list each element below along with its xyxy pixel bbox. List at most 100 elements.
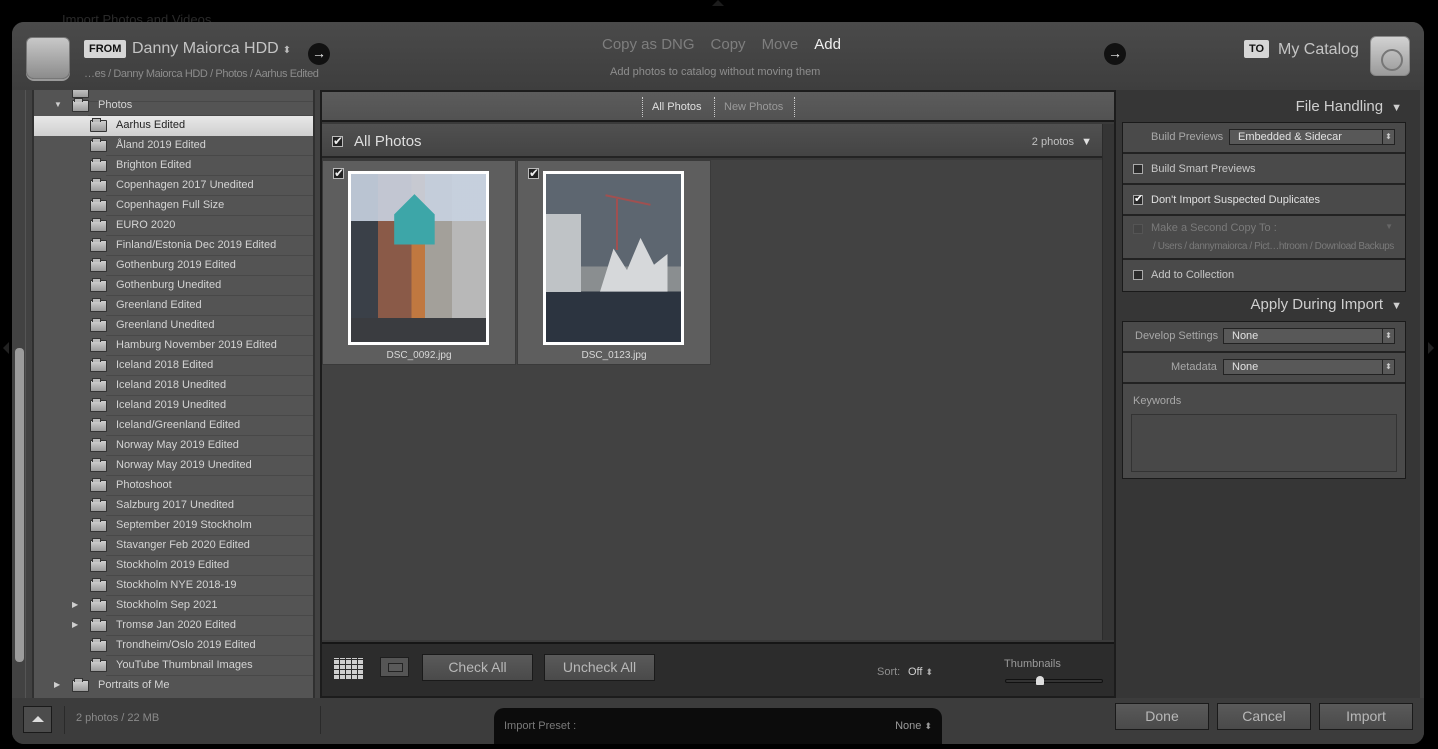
- section-title: Apply During Import: [1250, 296, 1384, 313]
- disclosure-collapsed-icon[interactable]: ▶: [72, 620, 78, 629]
- photo-thumbnail[interactable]: [543, 171, 684, 345]
- folder-label: Photos: [98, 99, 133, 111]
- folder-tree-item[interactable]: Hamburg November 2019 Edited: [34, 336, 313, 356]
- right-panel-toggle-icon[interactable]: [1428, 342, 1434, 354]
- folder-tree-item[interactable]: Norway May 2019 Unedited: [34, 456, 313, 476]
- file-handling-header[interactable]: File Handling ▼: [1296, 98, 1402, 115]
- updown-arrows-icon: ⬍: [1382, 130, 1394, 144]
- grid-view-icon[interactable]: [334, 658, 363, 679]
- folder-tree-item[interactable]: Finland/Estonia Dec 2019 Edited: [34, 236, 313, 256]
- folder-tree-item[interactable]: EURO 2020: [34, 216, 313, 236]
- folder-tree-item[interactable]: Iceland/Greenland Edited: [34, 416, 313, 436]
- photo-checkbox[interactable]: ✔: [333, 167, 344, 179]
- folder-tree-item[interactable]: Copenhagen Full Size: [34, 196, 313, 216]
- tab-new-photos[interactable]: New Photos: [724, 101, 783, 113]
- folder-icon: [90, 638, 107, 652]
- mode-copy[interactable]: Copy: [711, 36, 746, 53]
- folder-tree-item[interactable]: Stavanger Feb 2020 Edited: [34, 536, 313, 556]
- folder-tree-item[interactable]: Iceland 2018 Edited: [34, 356, 313, 376]
- folder-icon: [90, 458, 107, 472]
- grid-options-triangle-icon[interactable]: ▼: [1081, 136, 1092, 148]
- thumbnail-size-slider[interactable]: [1005, 676, 1103, 685]
- second-copy-dropdown-triangle-icon[interactable]: ▼: [1385, 222, 1393, 231]
- folder-tree-item[interactable]: Iceland 2018 Unedited: [34, 376, 313, 396]
- dont-import-duplicates-checkbox[interactable]: [1133, 192, 1143, 205]
- left-panel-scrollbar[interactable]: [15, 348, 24, 662]
- folder-tree-item[interactable]: September 2019 Stockholm: [34, 516, 313, 536]
- folder-icon: [90, 198, 107, 212]
- second-copy-label: Make a Second Copy To :: [1151, 222, 1277, 234]
- select-all-checkbox[interactable]: ✔: [332, 135, 343, 147]
- mode-move[interactable]: Move: [762, 36, 799, 53]
- folder-tree-item[interactable]: Salzburg 2017 Unedited: [34, 496, 313, 516]
- source-selector[interactable]: Danny Maiorca HDD ⬍: [132, 40, 291, 58]
- destination-name[interactable]: My Catalog: [1278, 41, 1359, 59]
- metadata-dropdown[interactable]: None ⬍: [1223, 359, 1395, 375]
- folder-tree-item[interactable]: Stockholm 2019 Edited: [34, 556, 313, 576]
- folder-tree-item[interactable]: Norway May 2019 Edited: [34, 436, 313, 456]
- arrow-right-icon: →: [1104, 43, 1126, 65]
- tab-all-photos[interactable]: All Photos: [652, 101, 702, 113]
- keywords-input[interactable]: [1131, 414, 1397, 472]
- folder-label: EURO 2020: [116, 219, 176, 231]
- import-preset-selector[interactable]: Import Preset : None ⬍: [494, 708, 942, 744]
- apply-during-import-header[interactable]: Apply During Import ▼: [1251, 296, 1402, 313]
- folder-tree-item[interactable]: ▶ Tromsø Jan 2020 Edited: [34, 616, 313, 636]
- folder-tree-item[interactable]: YouTube Thumbnail Images: [34, 656, 313, 676]
- folder-tree-item[interactable]: Iceland 2019 Unedited: [34, 396, 313, 416]
- add-to-collection-checkbox[interactable]: [1133, 270, 1143, 280]
- photo-checkbox[interactable]: ✔: [528, 167, 539, 179]
- folder-icon: [90, 618, 107, 632]
- top-collapse-arrow-icon[interactable]: [712, 0, 724, 6]
- grid-scrollbar[interactable]: [1102, 124, 1114, 640]
- disclosure-collapsed-icon[interactable]: ▶: [54, 680, 60, 689]
- disclosure-collapsed-icon[interactable]: ▶: [72, 600, 78, 609]
- folder-tree-item[interactable]: Gothenburg Unedited: [34, 276, 313, 296]
- folder-tree-item[interactable]: Aarhus Edited: [34, 116, 313, 136]
- develop-settings-dropdown[interactable]: None ⬍: [1223, 328, 1395, 344]
- folder-tree-item[interactable]: Brighton Edited: [34, 156, 313, 176]
- sort-dropdown[interactable]: Off ⬍: [908, 666, 933, 678]
- done-button[interactable]: Done: [1115, 703, 1209, 730]
- build-smart-previews-checkbox[interactable]: [1133, 164, 1143, 174]
- folder-tree-item[interactable]: Åland 2019 Edited: [34, 136, 313, 156]
- build-previews-dropdown[interactable]: Embedded & Sidecar ⬍: [1229, 129, 1395, 145]
- folder-icon: [90, 138, 107, 152]
- tree-row-portraits-of-me[interactable]: ▶ Portraits of Me: [34, 676, 313, 696]
- left-panel-toggle-icon[interactable]: [3, 342, 9, 354]
- folder-tree-item[interactable]: Greenland Edited: [34, 296, 313, 316]
- folder-icon: [90, 438, 107, 452]
- loupe-view-button[interactable]: [380, 657, 409, 677]
- folder-tree-item[interactable]: Trondheim/Oslo 2019 Edited: [34, 636, 313, 656]
- folder-icon: [90, 118, 107, 132]
- tree-row-photos[interactable]: ▼ Photos: [34, 96, 313, 116]
- mural-shape: [394, 194, 435, 245]
- photo-thumbnail[interactable]: [348, 171, 489, 345]
- photo-cell[interactable]: ✔ DSC_0092.jpg: [322, 160, 516, 365]
- mode-add[interactable]: Add: [814, 36, 841, 53]
- photo-filename: DSC_0123.jpg: [581, 350, 647, 361]
- import-button[interactable]: Import: [1319, 703, 1413, 730]
- cancel-button[interactable]: Cancel: [1217, 703, 1311, 730]
- keywords-row: Keywords: [1123, 384, 1405, 478]
- folder-icon: [90, 518, 107, 532]
- uncheck-all-button[interactable]: Uncheck All: [544, 654, 655, 681]
- second-copy-checkbox[interactable]: [1133, 224, 1143, 234]
- folder-tree-item[interactable]: Greenland Unedited: [34, 316, 313, 336]
- folder-tree-item[interactable]: Stockholm NYE 2018-19: [34, 576, 313, 596]
- metadata-row: Metadata None ⬍: [1123, 353, 1405, 384]
- mode-copy-as-dng[interactable]: Copy as DNG: [602, 36, 695, 53]
- folder-tree-item[interactable]: Photoshoot: [34, 476, 313, 496]
- expand-collapse-button[interactable]: [23, 706, 52, 733]
- disclosure-expanded-icon[interactable]: ▼: [54, 100, 62, 109]
- folder-tree-item[interactable]: Copenhagen 2017 Unedited: [34, 176, 313, 196]
- build-smart-previews-row: Build Smart Previews: [1123, 154, 1405, 185]
- folder-icon: [90, 298, 107, 312]
- photo-cell[interactable]: ✔ DSC_0123.jpg: [517, 160, 711, 365]
- check-all-button[interactable]: Check All: [422, 654, 533, 681]
- updown-arrows-icon: ⬍: [1382, 360, 1394, 374]
- folder-label: Stockholm Sep 2021: [116, 599, 218, 611]
- folder-tree-item[interactable]: Gothenburg 2019 Edited: [34, 256, 313, 276]
- slider-handle[interactable]: [1035, 676, 1044, 685]
- folder-tree-item[interactable]: ▶ Stockholm Sep 2021: [34, 596, 313, 616]
